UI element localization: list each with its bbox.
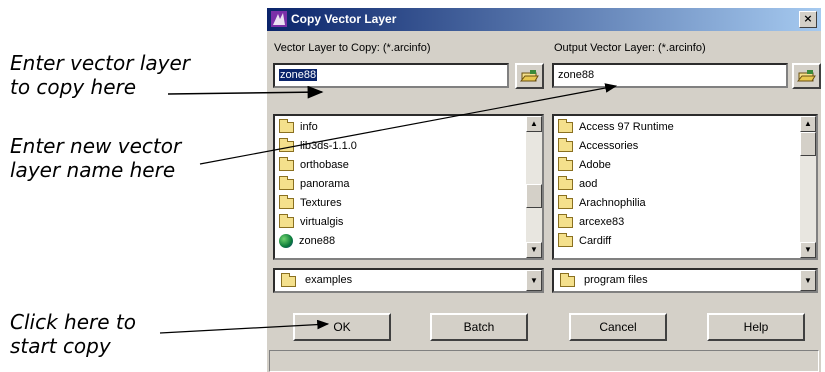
callout-arrows — [159, 83, 618, 334]
arrow-to-ok-button — [159, 319, 330, 334]
arrow-to-output-input — [199, 83, 618, 165]
arrow-to-source-input — [167, 85, 324, 99]
